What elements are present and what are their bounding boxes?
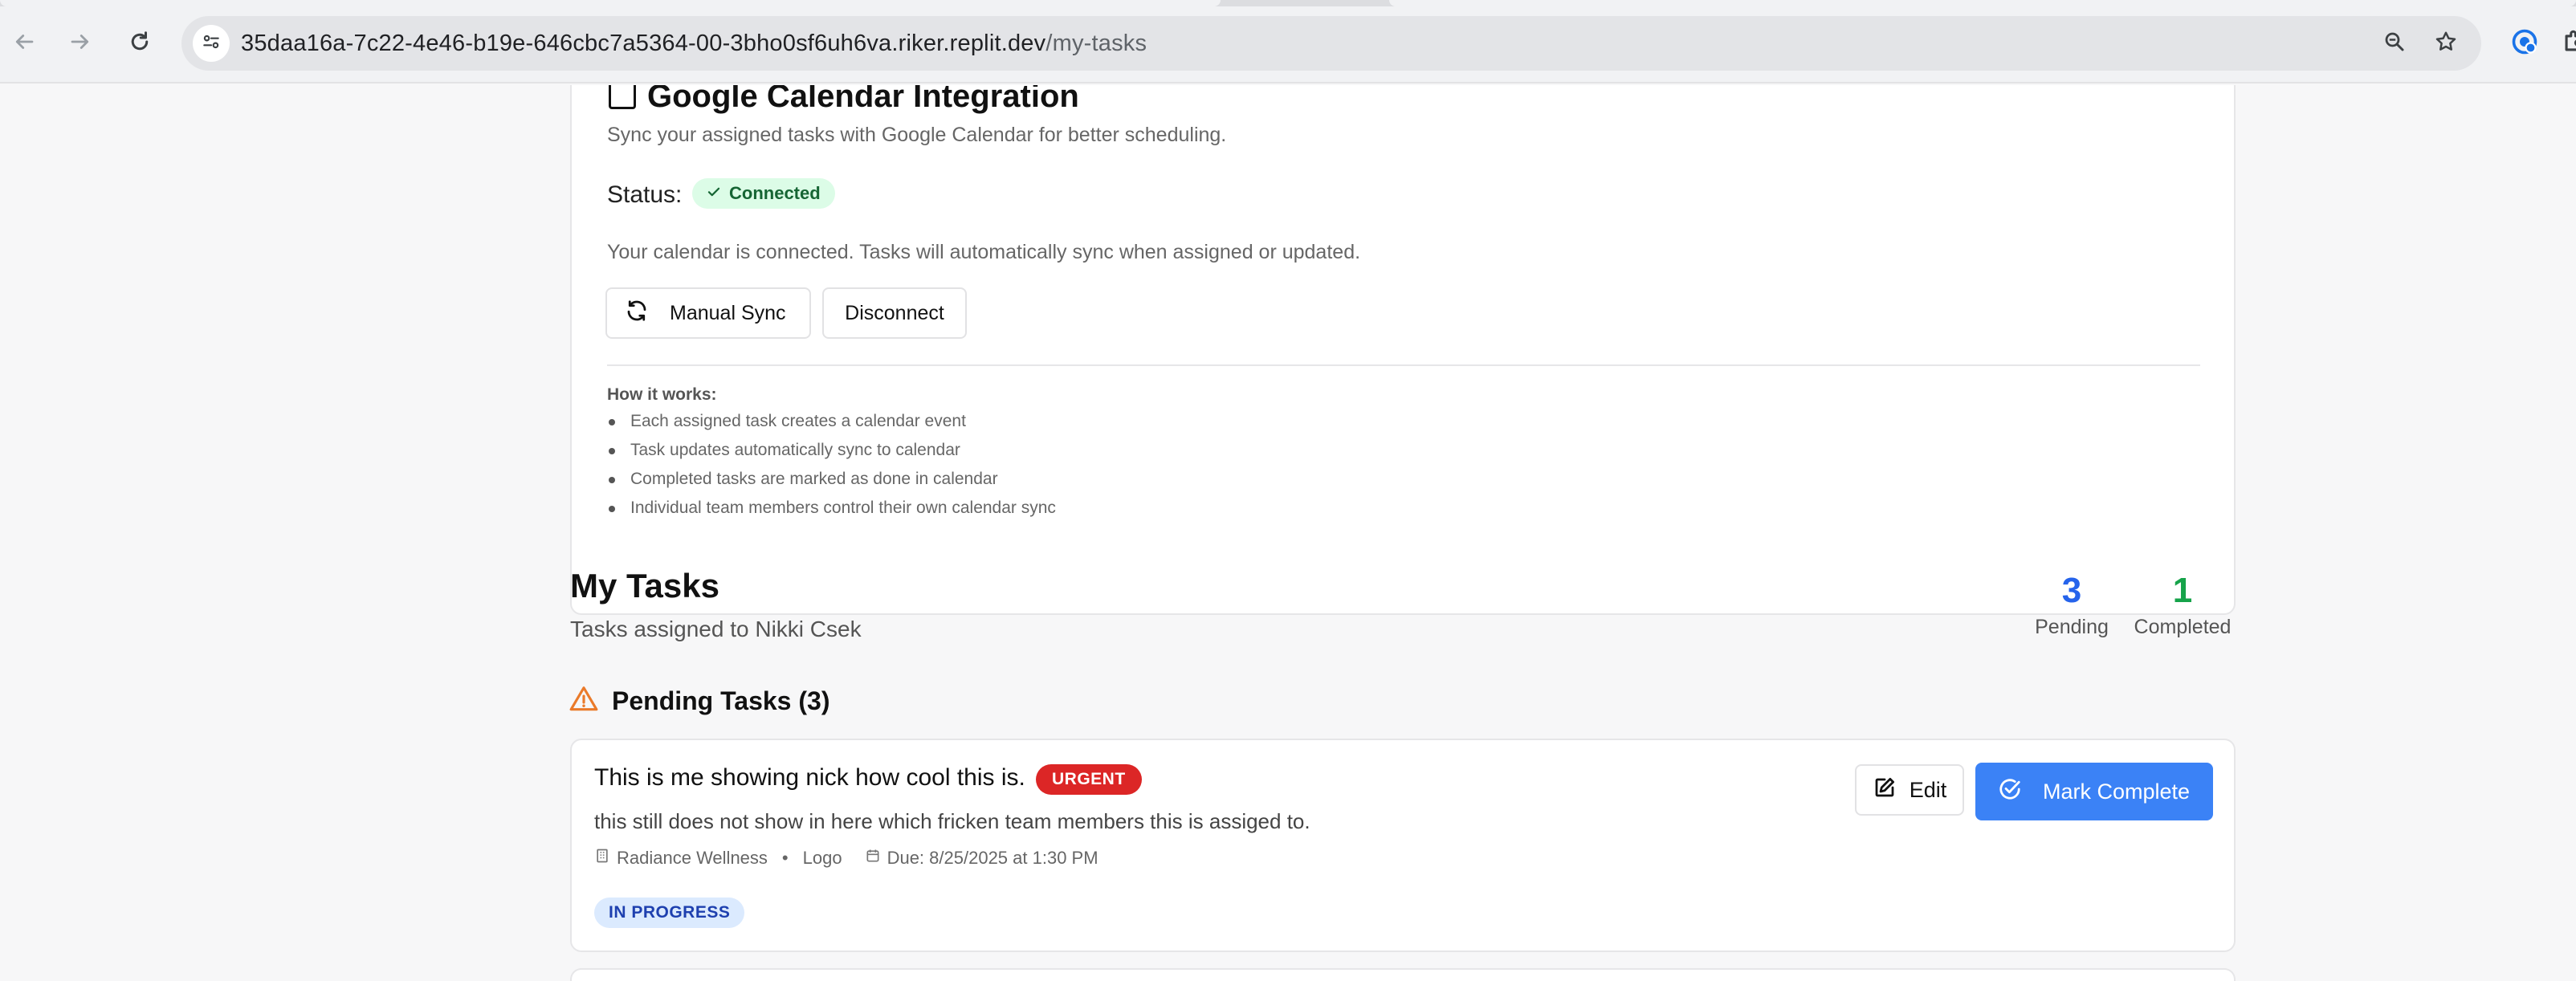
pending-label: Pending <box>2035 616 2109 638</box>
task-card: This is me showing nick how cool this is… <box>570 739 2236 952</box>
bookmark-star-icon <box>2434 30 2458 58</box>
extensions-menu-button[interactable] <box>2557 26 2576 61</box>
list-item: Each assigned task creates a calendar ev… <box>607 408 1056 437</box>
card-divider <box>607 364 2200 366</box>
task-due-text: Due: 8/25/2025 at 1:30 PM <box>887 848 1098 868</box>
refresh-icon <box>625 299 649 328</box>
mark-complete-button[interactable]: Mark Complete <box>1975 763 2213 820</box>
completed-count: 1 <box>2172 571 2193 610</box>
bookmark-button[interactable] <box>2431 29 2460 58</box>
tab-strip <box>0 0 2576 6</box>
calendar-icon <box>609 85 636 109</box>
page-subtitle: Tasks assigned to Nikki Csek <box>570 617 862 641</box>
site-info-button[interactable] <box>193 25 230 62</box>
url-host: 35daa16a-7c22-4e46-b19e-646cbc7a5364-00-… <box>241 31 1046 56</box>
calendar-integration-card: Google Calendar Integration Sync your as… <box>570 85 2236 615</box>
reload-button[interactable] <box>120 24 159 63</box>
zoom-button[interactable] <box>2380 29 2409 58</box>
forward-arrow-icon <box>68 30 92 58</box>
page-title: My Tasks <box>570 567 719 604</box>
forward-button[interactable] <box>61 24 100 63</box>
task-title: This is me showing nick how cool this is… <box>594 764 1025 791</box>
edit-icon <box>1873 775 1897 805</box>
back-button[interactable] <box>5 24 43 63</box>
priority-badge: URGENT <box>1036 764 1142 795</box>
task-due: Due: 8/25/2025 at 1:30 PM <box>865 848 1098 869</box>
browser-toolbar: 35daa16a-7c22-4e46-b19e-646cbc7a5364-00-… <box>0 0 2576 83</box>
pending-stat: 3 Pending <box>2024 570 2120 639</box>
task-status-badge: IN PROGRESS <box>594 898 745 928</box>
page-content: Google Calendar Integration Sync your as… <box>0 85 2576 981</box>
status-value: Connected <box>729 183 821 203</box>
task-client: Radiance Wellness <box>617 848 768 868</box>
calendar-card-description: Sync your assigned tasks with Google Cal… <box>607 124 1227 146</box>
inactive-tab-edge[interactable] <box>1389 0 2576 6</box>
how-it-works-title: How it works: <box>607 385 717 404</box>
pending-section-header: Pending Tasks (3) <box>569 684 829 718</box>
url-text[interactable]: 35daa16a-7c22-4e46-b19e-646cbc7a5364-00-… <box>241 30 1147 57</box>
status-label: Status: <box>607 181 683 208</box>
warning-icon <box>569 684 599 718</box>
active-tab-edge[interactable] <box>0 0 1221 6</box>
extension-icon <box>2510 27 2539 60</box>
calendar-card-title: Google Calendar Integration <box>647 85 1079 114</box>
completed-stat: 1 Completed <box>2126 570 2239 639</box>
puzzle-icon <box>2561 28 2576 59</box>
address-bar[interactable]: 35daa16a-7c22-4e46-b19e-646cbc7a5364-00-… <box>181 16 2481 71</box>
status-badge: Connected <box>692 178 835 209</box>
reload-icon <box>128 30 152 58</box>
check-circle-icon <box>1998 777 2022 807</box>
list-item: Individual team members control their ow… <box>607 495 1056 523</box>
check-icon <box>707 183 721 204</box>
calendar-small-icon <box>865 848 887 869</box>
disconnect-button[interactable]: Disconnect <box>822 287 967 339</box>
edit-button[interactable]: Edit <box>1855 764 1964 816</box>
back-arrow-icon <box>12 30 36 58</box>
edit-label: Edit <box>1909 777 1947 802</box>
task-category: Logo <box>802 848 842 868</box>
zoom-icon <box>2382 30 2407 58</box>
connection-message: Your calendar is connected. Tasks will a… <box>607 241 1361 263</box>
task-description: this still does not show in here which f… <box>594 809 1310 833</box>
next-task-card <box>570 968 2236 981</box>
mark-complete-label: Mark Complete <box>2043 779 2191 804</box>
building-icon <box>594 848 617 869</box>
extension-button[interactable] <box>2507 26 2542 61</box>
list-item: Completed tasks are marked as done in ca… <box>607 466 1056 495</box>
pending-count: 3 <box>2061 571 2082 610</box>
manual-sync-label: Manual Sync <box>670 301 786 324</box>
task-meta: Radiance Wellness • Logo Due: 8/25/2025 … <box>594 848 1098 869</box>
pending-section-title: Pending Tasks (3) <box>612 686 830 715</box>
how-it-works-list: Each assigned task creates a calendar ev… <box>607 408 1056 523</box>
manual-sync-button[interactable]: Manual Sync <box>605 287 811 339</box>
disconnect-label: Disconnect <box>845 301 944 324</box>
meta-separator: • <box>781 848 789 868</box>
url-path: /my-tasks <box>1045 31 1147 56</box>
completed-label: Completed <box>2134 616 2232 638</box>
list-item: Task updates automatically sync to calen… <box>607 437 1056 466</box>
site-settings-icon <box>201 31 222 56</box>
